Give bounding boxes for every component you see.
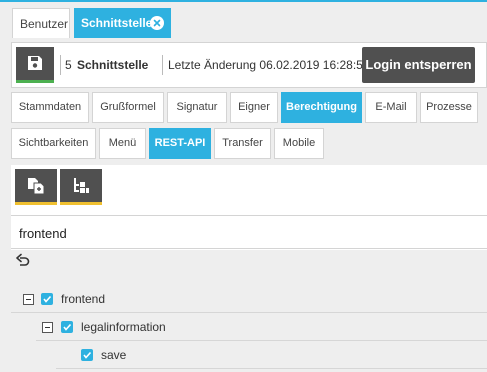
copy-document-icon [28,178,45,195]
tab-menue[interactable]: Menü [99,128,146,159]
doc-tab-label: Schnittstelle [81,16,153,30]
tree-node-label: legalinformation [81,320,166,334]
tab-signatur[interactable]: Signatur [167,92,227,123]
tab-eigner[interactable]: Eigner [230,92,278,123]
tab-grussformel[interactable]: Grußformel [92,92,164,123]
tab-stammdaten[interactable]: Stammdaten [11,92,89,123]
divider [162,55,163,75]
tree-node-label: save [101,348,127,362]
tree-node-legalinformation[interactable]: legalinformation [36,313,487,341]
tree-node-save[interactable]: save [56,341,487,369]
permission-tree: frontend legalinformation save [11,250,487,372]
record-id: 5 [65,58,72,72]
tab-berechtigung[interactable]: Berechtigung [281,92,362,123]
panel-toolbar [11,165,487,210]
tab-sichtbarkeiten[interactable]: Sichtbarkeiten [11,128,96,159]
last-change-text: Letzte Änderung 06.02.2019 16:28:59 [168,58,370,72]
tab-prozesse[interactable]: Prozesse [420,92,478,123]
doc-tab-benutzer[interactable]: Benutzer [12,8,70,38]
undo-arrow-icon[interactable] [16,253,30,267]
node-checkbox[interactable] [81,349,93,361]
tree-structure-icon [74,178,89,193]
rest-api-panel: frontend legalinformation save [11,165,487,372]
record-toolbar: 5 Schnittstelle Letzte Änderung 06.02.20… [11,42,487,88]
tab-rest-api[interactable]: REST-API [149,128,211,159]
filter-input[interactable] [19,223,459,243]
collapse-toggle[interactable] [42,322,53,333]
login-unlock-button[interactable]: Login entsperren [362,47,475,83]
tree-structure-button[interactable] [60,169,102,205]
node-checkbox[interactable] [61,321,73,333]
tab-mobile[interactable]: Mobile [274,128,324,159]
record-name: Schnittstelle [77,58,149,72]
collapse-toggle[interactable] [23,294,34,305]
tree-node-label: frontend [61,292,106,306]
document-tab-bar: Benutzer Schnittstelle [0,2,487,38]
divider [60,55,61,75]
node-checkbox[interactable] [41,293,53,305]
filter-row [11,215,487,249]
copy-button[interactable] [15,169,57,205]
floppy-disk-icon [28,56,42,70]
tab-email[interactable]: E-Mail [365,92,417,123]
close-icon[interactable] [150,16,164,30]
tab-transfer[interactable]: Transfer [214,128,271,159]
save-button[interactable] [16,47,54,83]
doc-tab-schnittstelle[interactable]: Schnittstelle [74,8,171,38]
doc-tab-label: Benutzer [20,17,69,31]
tree-node-frontend[interactable]: frontend [11,285,487,313]
